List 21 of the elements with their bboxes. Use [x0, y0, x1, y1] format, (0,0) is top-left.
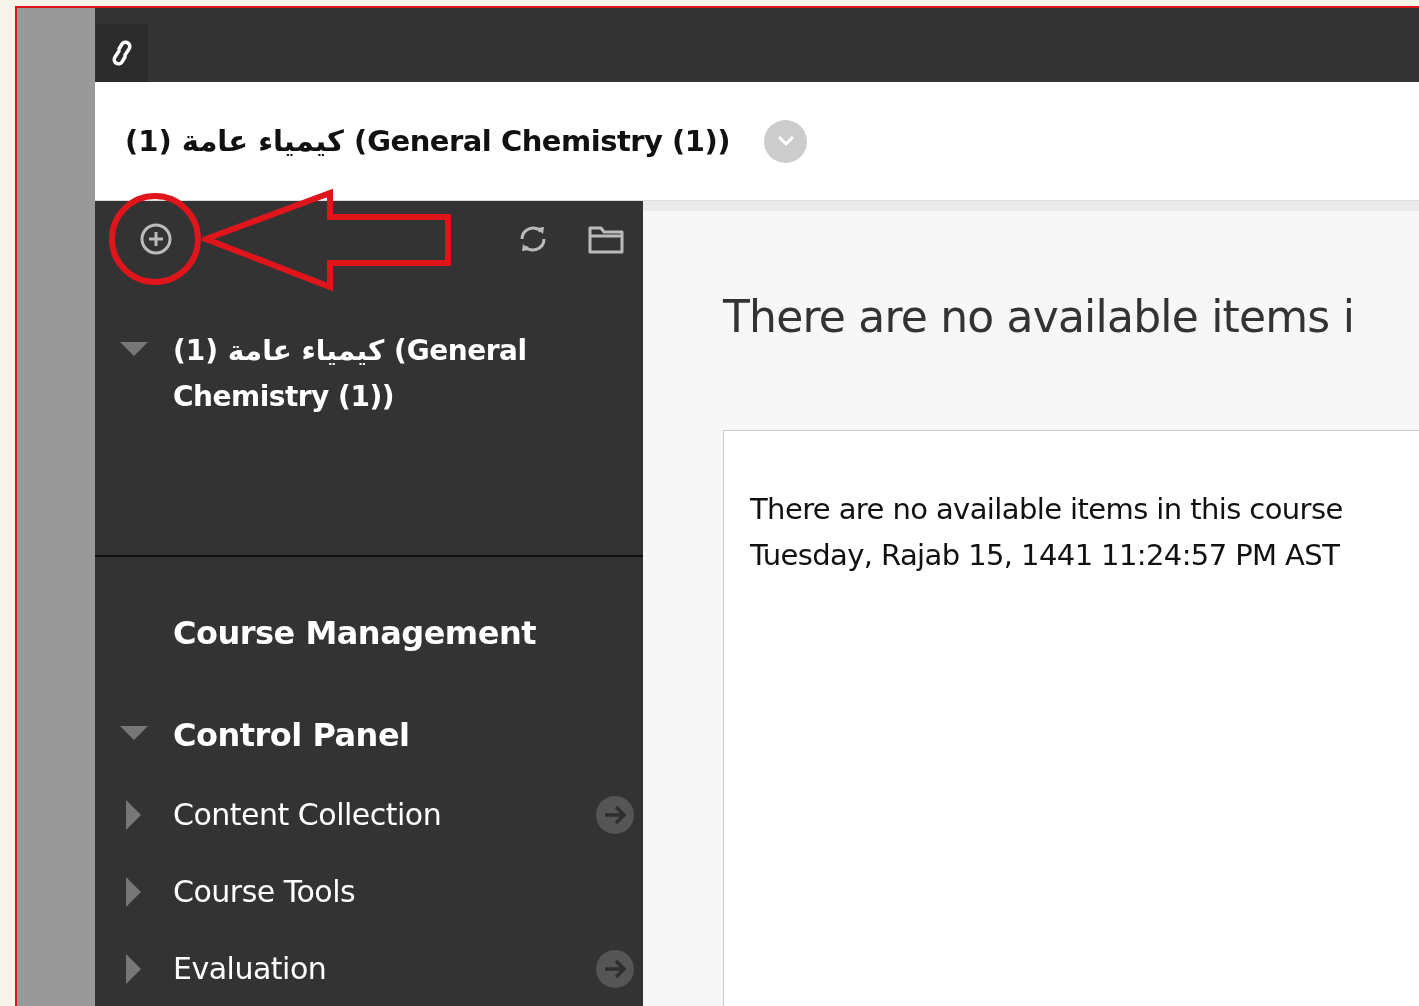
course-link[interactable]: (1) كيمياء عامة (General Chemistry (1)) [173, 328, 613, 420]
message-text: There are no available items in this course [750, 491, 1344, 528]
page-heading: There are no available items i [723, 291, 1356, 342]
link-button[interactable] [96, 24, 148, 82]
course-menu-button[interactable] [764, 119, 807, 163]
menu-item[interactable]: Evaluation [173, 951, 596, 986]
triangle-down-icon[interactable] [120, 726, 148, 742]
menu-heading[interactable]: Control Panel [173, 716, 410, 754]
triangle-right-icon[interactable] [126, 876, 142, 907]
triangle-right-icon[interactable] [126, 799, 142, 830]
course-title: (1) كيمياء عامة (General Chemistry (1)) [125, 124, 730, 158]
menu-item[interactable]: Content Collection [173, 797, 596, 832]
arrow-right-circle-icon[interactable] [596, 795, 634, 834]
triangle-right-icon[interactable] [126, 953, 142, 984]
add-icon[interactable] [139, 221, 173, 256]
chevron-down-icon [776, 135, 795, 147]
section-title: Course Management [173, 614, 537, 654]
menu-item[interactable]: Course Tools [173, 874, 643, 909]
triangle-down-icon[interactable] [120, 342, 148, 358]
message-text: Tuesday, Rajab 15, 1441 11:24:57 PM AST [750, 537, 1341, 574]
arrow-right-circle-icon[interactable] [596, 949, 634, 988]
